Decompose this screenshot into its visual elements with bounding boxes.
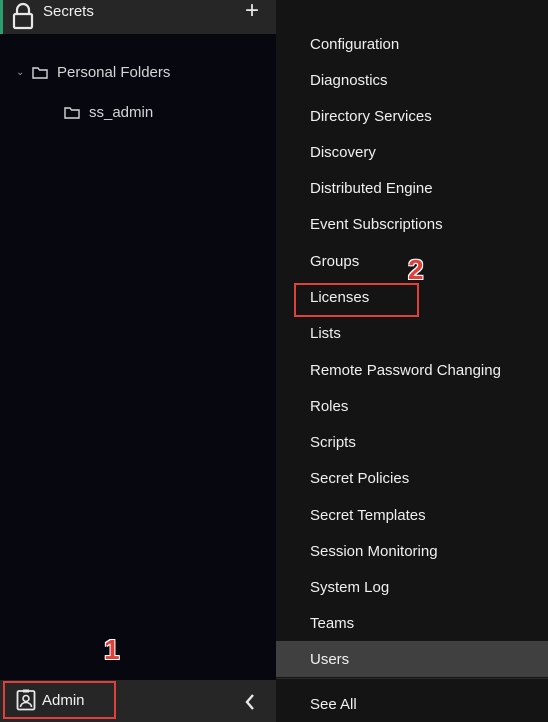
menu-item-label: Session Monitoring — [310, 542, 438, 560]
menu-item-remote-password-changing[interactable]: Remote Password Changing — [276, 355, 548, 385]
menu-item-users[interactable]: Users — [276, 641, 548, 677]
menu-item-secret-templates[interactable]: Secret Templates — [276, 500, 548, 530]
menu-item-label: Users — [310, 650, 350, 668]
see-all-link[interactable]: See All — [276, 689, 548, 719]
sidebar-header: Secrets + — [0, 0, 276, 34]
menu-item-label: Directory Services — [310, 107, 432, 125]
menu-item-label: Groups — [310, 252, 360, 270]
menu-item-session-monitoring[interactable]: Session Monitoring — [276, 536, 548, 566]
chevron-left-icon — [245, 694, 254, 710]
menu-item-label: Event Subscriptions — [310, 215, 443, 233]
menu-item-discovery[interactable]: Discovery — [276, 137, 548, 167]
menu-item-label: Discovery — [310, 143, 376, 161]
add-button[interactable]: + — [239, 0, 265, 26]
menu-item-lists[interactable]: Lists — [276, 318, 548, 348]
menu-item-label: Roles — [310, 397, 349, 415]
menu-item-label: Licenses — [310, 288, 370, 306]
folder-icon — [64, 106, 80, 119]
menu-item-configuration[interactable]: Configuration — [276, 29, 548, 59]
folder-icon — [32, 66, 48, 79]
menu-item-label: Distributed Engine — [310, 179, 433, 197]
menu-item-scripts[interactable]: Scripts — [276, 427, 548, 457]
lock-icon — [12, 2, 34, 30]
callout-step-1: 1 — [104, 634, 120, 665]
sidebar-footer: Admin — [0, 680, 276, 722]
admin-button[interactable]: Admin — [3, 681, 116, 719]
admin-menu: Configuration Diagnostics Directory Serv… — [276, 0, 548, 722]
menu-item-label: Lists — [310, 324, 341, 342]
see-all-label: See All — [310, 695, 357, 713]
menu-item-licenses[interactable]: Licenses — [276, 282, 548, 312]
menu-item-roles[interactable]: Roles — [276, 391, 548, 421]
sidebar: Secrets + ⌄ Personal Folders ss_admin 1 … — [0, 0, 276, 722]
menu-item-event-subscriptions[interactable]: Event Subscriptions — [276, 209, 548, 239]
menu-item-label: Configuration — [310, 35, 400, 53]
tree-item-label: ss_admin — [89, 103, 154, 121]
tree-item-personal-folders[interactable]: ⌄ Personal Folders — [16, 61, 170, 83]
menu-item-label: Diagnostics — [310, 71, 388, 89]
menu-item-label: Teams — [310, 614, 355, 632]
collapse-sidebar-button[interactable] — [238, 688, 262, 714]
menu-item-distributed-engine[interactable]: Distributed Engine — [276, 173, 548, 203]
menu-item-label: System Log — [310, 578, 390, 596]
tree-item-label: Personal Folders — [57, 63, 171, 81]
menu-item-label: Remote Password Changing — [310, 361, 501, 379]
menu-item-teams[interactable]: Teams — [276, 608, 548, 638]
admin-label: Admin — [42, 691, 85, 709]
tree-item-ss-admin[interactable]: ss_admin — [64, 101, 153, 123]
menu-item-directory-services[interactable]: Directory Services — [276, 101, 548, 131]
chevron-down-icon[interactable]: ⌄ — [16, 67, 32, 78]
menu-item-label: Secret Templates — [310, 506, 426, 524]
menu-item-label: Secret Policies — [310, 469, 410, 487]
sidebar-title: Secrets — [43, 3, 94, 20]
admin-badge-icon — [16, 689, 36, 711]
menu-item-diagnostics[interactable]: Diagnostics — [276, 65, 548, 95]
callout-step-2: 2 — [408, 254, 424, 285]
menu-item-label: Scripts — [310, 433, 356, 451]
menu-item-system-log[interactable]: System Log — [276, 572, 548, 602]
menu-item-secret-policies[interactable]: Secret Policies — [276, 463, 548, 493]
menu-divider — [276, 678, 548, 679]
